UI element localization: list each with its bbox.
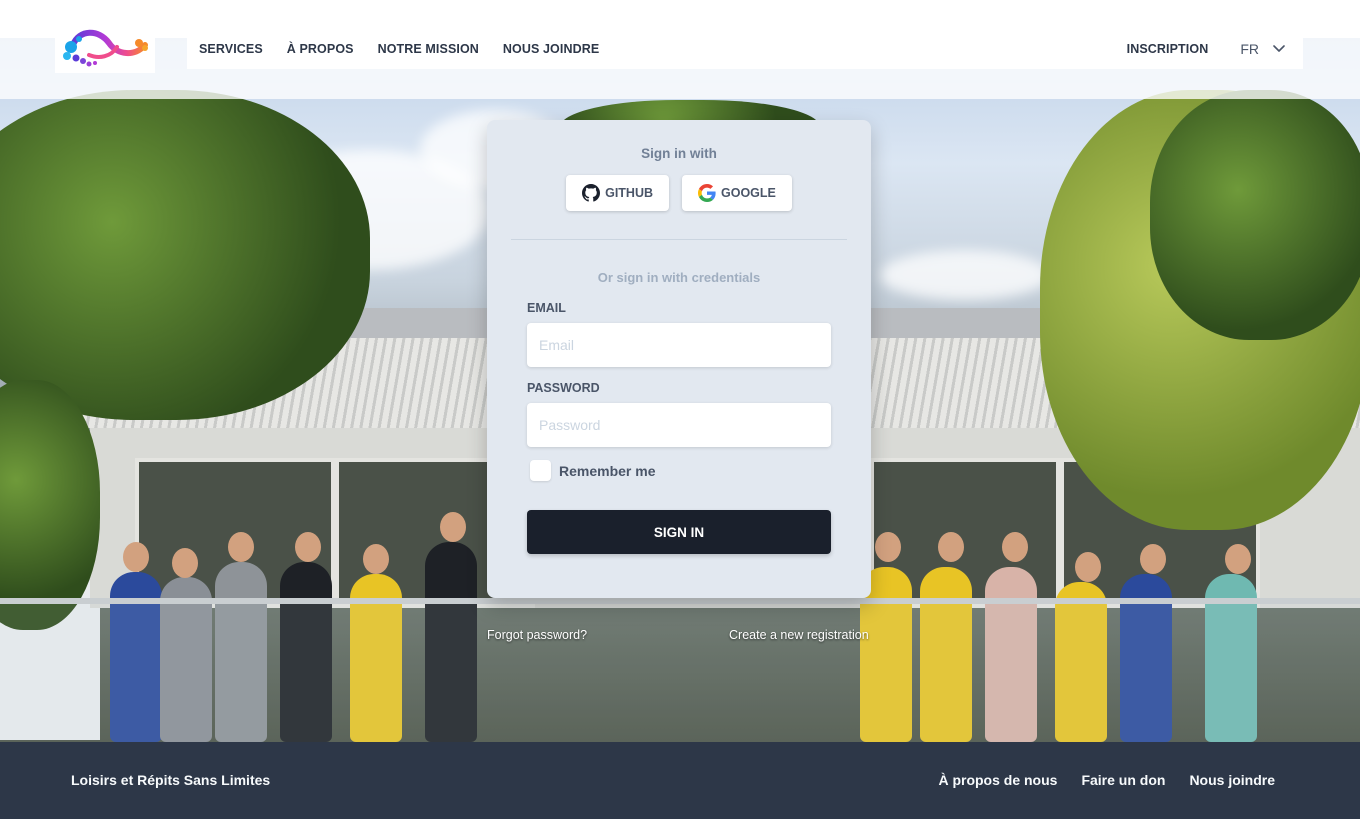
language-selector[interactable]: FR [1240, 41, 1285, 57]
google-signin-button[interactable]: GOOGLE [682, 175, 792, 211]
card-divider [511, 239, 847, 240]
github-label: GITHUB [605, 186, 654, 200]
remember-me-checkbox[interactable] [530, 460, 551, 481]
provider-buttons: GITHUB GOOGLE [487, 175, 871, 211]
footer-link-about[interactable]: À propos de nous [938, 772, 1057, 788]
footer-brand: Loisirs et Répits Sans Limites [71, 772, 271, 788]
nav-item-nous-joindre[interactable]: NOUS JOINDRE [503, 42, 599, 56]
remember-me-label: Remember me [559, 462, 656, 479]
email-field[interactable] [527, 323, 831, 367]
site-footer: Loisirs et Répits Sans Limites À propos … [0, 742, 1360, 819]
site-logo[interactable] [55, 20, 155, 73]
remember-me-option[interactable]: Remember me [530, 460, 656, 481]
github-icon [582, 184, 601, 202]
forgot-password-link[interactable]: Forgot password? [487, 628, 587, 642]
password-field[interactable] [527, 403, 831, 447]
infinity-logo-icon [63, 29, 148, 66]
signin-heading: Sign in with [641, 146, 717, 161]
footer-links: À propos de nous Faire un don Nous joind… [938, 772, 1275, 788]
github-signin-button[interactable]: GITHUB [566, 175, 670, 211]
nav-item-notre-mission[interactable]: NOTRE MISSION [378, 42, 479, 56]
language-value: FR [1240, 41, 1259, 57]
sign-in-button[interactable]: SIGN IN [527, 510, 831, 554]
chevron-down-icon [1273, 45, 1285, 52]
google-icon [698, 184, 716, 202]
create-registration-link[interactable]: Create a new registration [729, 628, 869, 642]
main-navbar: SERVICES À PROPOS NOTRE MISSION NOUS JOI… [187, 29, 1303, 69]
email-label: EMAIL [527, 301, 566, 315]
footer-link-contact[interactable]: Nous joindre [1189, 772, 1275, 788]
nav-item-services[interactable]: SERVICES [199, 42, 263, 56]
signin-card: Sign in with GITHUB GOOGLE Or sign in wi… [487, 120, 871, 598]
nav-register-link[interactable]: INSCRIPTION [1127, 42, 1209, 56]
password-label: PASSWORD [527, 381, 600, 395]
nav-item-a-propos[interactable]: À PROPOS [287, 42, 354, 56]
google-label: GOOGLE [721, 186, 776, 200]
credentials-heading: Or sign in with credentials [597, 270, 761, 285]
footer-link-donate[interactable]: Faire un don [1081, 772, 1165, 788]
